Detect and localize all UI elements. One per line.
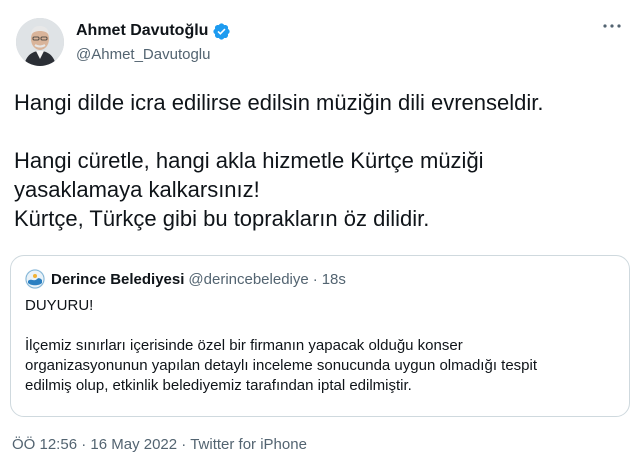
quoted-text-line: edilmiş olup, etkinlik belediyemiz taraf… <box>25 377 412 394</box>
profile-photo <box>16 18 64 66</box>
more-dots-icon[interactable] <box>600 16 624 36</box>
verified-badge-icon <box>212 22 231 41</box>
author-handle[interactable]: @Ahmet_Davutoglu <box>76 46 231 63</box>
tweet-text-line: Kürtçe, Türkçe gibi bu toprakların öz di… <box>14 206 430 231</box>
tweet-source[interactable]: Twitter for iPhone <box>190 436 307 453</box>
author-display-name[interactable]: Ahmet Davutoğlu <box>76 22 208 40</box>
tweet-date[interactable]: 16 May 2022 <box>90 436 177 453</box>
author-info: Ahmet Davutoğlu @Ahmet_Davutoglu <box>76 20 231 63</box>
tweet-text-line: Hangi dilde icra edilirse edilsin müziği… <box>14 90 544 115</box>
tweet-text-line: yasaklamaya kalkarsınız! <box>14 177 260 202</box>
separator-dot: · <box>81 436 87 453</box>
municipality-logo[interactable] <box>25 269 45 289</box>
tweet-header: Ahmet Davutoğlu @Ahmet_Davutoglu <box>12 14 628 70</box>
tweet-text-line: Hangi cüretle, hangi akla hizmetle Kürtç… <box>14 148 484 173</box>
separator-dot: · <box>181 436 187 453</box>
author-avatar[interactable] <box>16 18 64 66</box>
quoted-text-line: organizasyonunun yapılan detaylı incelem… <box>25 357 538 374</box>
quoted-tweet-body: DUYURU! İlçemiz sınırları içerisinde öze… <box>25 296 615 396</box>
quoted-author-handle[interactable]: @derincebelediye <box>188 271 308 288</box>
name-row: Ahmet Davutoğlu <box>76 20 231 42</box>
quoted-tweet[interactable]: Derince Belediyesi @derincebelediye · 18… <box>10 255 630 417</box>
quoted-tweet-header: Derince Belediyesi @derincebelediye · 18… <box>25 268 615 290</box>
tweet: Ahmet Davutoğlu @Ahmet_Davutoglu Hangi d… <box>0 0 640 468</box>
tweet-text: Hangi dilde icra edilirse edilsin müziği… <box>14 88 626 233</box>
separator-dot: · <box>312 270 318 288</box>
quoted-author-name[interactable]: Derince Belediyesi <box>51 271 184 288</box>
tweet-time[interactable]: ÖÖ 12:56 <box>12 436 77 453</box>
quoted-tweet-time[interactable]: 18s <box>322 271 346 288</box>
quoted-text-line: DUYURU! <box>25 297 94 314</box>
quoted-text-line: İlçemiz sınırları içerisinde özel bir fi… <box>25 337 463 354</box>
tweet-metadata: ÖÖ 12:56 · 16 May 2022 · Twitter for iPh… <box>12 436 307 453</box>
